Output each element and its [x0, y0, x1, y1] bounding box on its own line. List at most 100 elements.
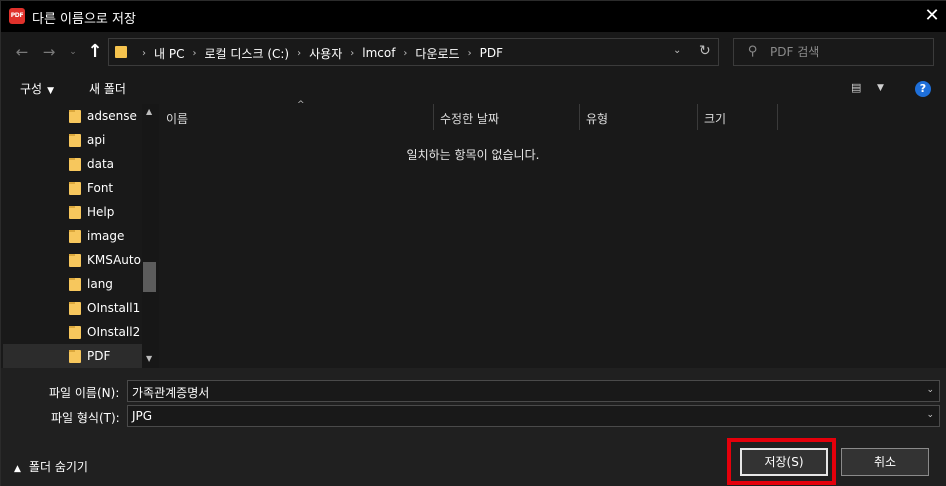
column-header-size[interactable]: 크기 [698, 104, 778, 130]
sidebar-item-oinstall2[interactable]: OInstall2 [3, 320, 142, 344]
breadcrumb-item[interactable]: 로컬 디스크 (C:) [204, 45, 289, 62]
breadcrumb-item[interactable]: 내 PC [154, 45, 184, 62]
sidebar-item-label: image [87, 229, 125, 243]
breadcrumb: › 내 PC › 로컬 디스크 (C:) › 사용자 › lmcof › 다운로… [134, 45, 503, 61]
breadcrumb-item[interactable]: 사용자 [309, 45, 342, 62]
pdf-app-icon: PDF [9, 8, 25, 24]
filetype-value: JPG [132, 409, 153, 423]
column-header-label: 수정한 날짜 [440, 112, 500, 126]
sort-ascending-icon: ^ [297, 100, 305, 110]
save-form: 파일 이름(N): 가족관계증명서 ⌄ 파일 형식(T): JPG ⌄ ▲ 폴더 … [1, 368, 946, 486]
sidebar-item-label: data [87, 157, 115, 171]
save-as-dialog: PDF 다른 이름으로 저장 ✕ ← → ⌄ ↑ › 내 PC › 로컬 디스크… [0, 0, 946, 486]
scroll-up-icon[interactable]: ▲ [146, 107, 152, 116]
save-button[interactable]: 저장(S) [740, 448, 828, 476]
chevron-right-icon[interactable]: › [403, 48, 407, 59]
recent-locations-button[interactable]: ⌄ [67, 42, 79, 62]
chevron-right-icon[interactable]: › [350, 48, 354, 59]
folder-icon [69, 350, 81, 363]
sidebar-item-adsense[interactable]: adsense [3, 104, 142, 128]
folder-icon [69, 302, 81, 315]
sidebar-item-font[interactable]: Font [3, 176, 142, 200]
breadcrumb-item[interactable]: lmcof [362, 46, 395, 60]
folder-icon [69, 278, 81, 291]
column-header-modified[interactable]: 수정한 날짜 [434, 104, 580, 130]
folder-icon [69, 182, 81, 195]
scrollbar-thumb[interactable] [143, 262, 156, 292]
folder-icon [69, 230, 81, 243]
help-icon[interactable]: ? [915, 81, 931, 97]
chevron-down-icon: ⌄ [69, 47, 77, 57]
sidebar-item-lang[interactable]: lang [3, 272, 142, 296]
refresh-icon[interactable]: ↻ [699, 43, 711, 59]
organize-label: 구성 [20, 82, 43, 96]
caret-down-icon: ▼ [47, 86, 55, 96]
sidebar-item-label: Help [87, 205, 115, 219]
sidebar-item-pdf[interactable]: PDF [3, 344, 142, 368]
up-button[interactable]: ↑ [85, 42, 105, 62]
sidebar-item-label: KMSAuto [87, 253, 141, 267]
close-button[interactable]: ✕ [917, 1, 946, 32]
column-header-label: 이름 [166, 112, 189, 126]
sidebar-item-data[interactable]: data [3, 152, 142, 176]
empty-list-message: 일치하는 항목이 없습니다. [406, 148, 540, 162]
column-header-label: 유형 [586, 112, 609, 126]
breadcrumb-item[interactable]: 다운로드 [415, 45, 459, 62]
chevron-right-icon[interactable]: › [192, 48, 196, 59]
arrow-right-icon: → [42, 43, 56, 61]
filename-value: 가족관계증명서 [132, 386, 210, 400]
chevron-right-icon[interactable]: › [297, 48, 301, 59]
sidebar-item-label: api [87, 133, 106, 147]
navigation-scrollbar[interactable] [142, 104, 159, 368]
scroll-down-icon[interactable]: ▼ [146, 354, 152, 363]
column-header-name[interactable]: 이름 ^ [160, 100, 434, 130]
sidebar-item-label: lang [87, 277, 113, 291]
chevron-down-icon[interactable]: ⌄ [926, 385, 934, 395]
filetype-label: 파일 형식(T): [51, 411, 120, 425]
filename-field[interactable]: 가족관계증명서 ⌄ [127, 380, 940, 402]
navigation-pane: adsense api data Font Help image KMSAuto [2, 104, 160, 368]
sidebar-item-image[interactable]: image [3, 224, 142, 248]
folder-icon [69, 206, 81, 219]
folder-icon [115, 46, 127, 58]
breadcrumb-item[interactable]: PDF [480, 46, 503, 60]
view-options-icon[interactable]: ▤ [851, 81, 861, 94]
folder-icon [69, 254, 81, 267]
address-bar[interactable]: › 내 PC › 로컬 디스크 (C:) › 사용자 › lmcof › 다운로… [108, 38, 719, 66]
sidebar-item-help[interactable]: Help [3, 200, 142, 224]
hide-folders-label: 폴더 숨기기 [28, 460, 88, 474]
sidebar-item-label: OInstall2 [87, 325, 141, 339]
sidebar-item-oinstall1[interactable]: OInstall1 [3, 296, 142, 320]
title-bar: PDF 다른 이름으로 저장 ✕ [1, 1, 946, 32]
search-icon: ⚲ [748, 44, 758, 59]
navigation-bar: ← → ⌄ ↑ › 내 PC › 로컬 디스크 (C:) › 사용자 › lmc… [1, 32, 946, 72]
organize-menu-button[interactable]: 구성 ▼ [20, 80, 54, 97]
chevron-down-icon: ⌄ [926, 410, 934, 420]
sidebar-item-label: PDF [87, 349, 111, 363]
sidebar-item-kmsauto[interactable]: KMSAuto [3, 248, 142, 272]
chevron-right-icon[interactable]: › [468, 48, 472, 59]
file-list: 이름 ^ 수정한 날짜 유형 크기 일치하는 항목이 없습니다. [160, 100, 946, 368]
hide-folders-button[interactable]: ▲ 폴더 숨기기 [14, 458, 88, 475]
filename-label: 파일 이름(N): [49, 386, 120, 400]
address-history-button[interactable]: ⌄ [673, 45, 681, 56]
search-box[interactable]: ⚲ [733, 38, 934, 66]
sidebar-item-label: OInstall1 [87, 301, 141, 315]
folder-icon [69, 326, 81, 339]
column-header-type[interactable]: 유형 [580, 104, 698, 130]
back-button[interactable]: ← [12, 42, 32, 62]
sidebar-item-api[interactable]: api [3, 128, 142, 152]
chevron-up-icon: ▲ [14, 464, 21, 474]
chevron-right-icon: › [142, 47, 146, 59]
folder-icon [69, 134, 81, 147]
new-folder-button[interactable]: 새 폴더 [89, 80, 126, 97]
arrow-left-icon: ← [15, 43, 29, 61]
caret-down-icon[interactable]: ▼ [877, 83, 884, 93]
cancel-button[interactable]: 취소 [841, 448, 929, 476]
sidebar-item-label: adsense [87, 109, 137, 123]
folder-icon [69, 158, 81, 171]
filetype-select[interactable]: JPG ⌄ [127, 405, 940, 427]
search-input[interactable] [770, 43, 930, 61]
forward-button[interactable]: → [39, 42, 59, 62]
column-header-label: 크기 [704, 112, 727, 126]
